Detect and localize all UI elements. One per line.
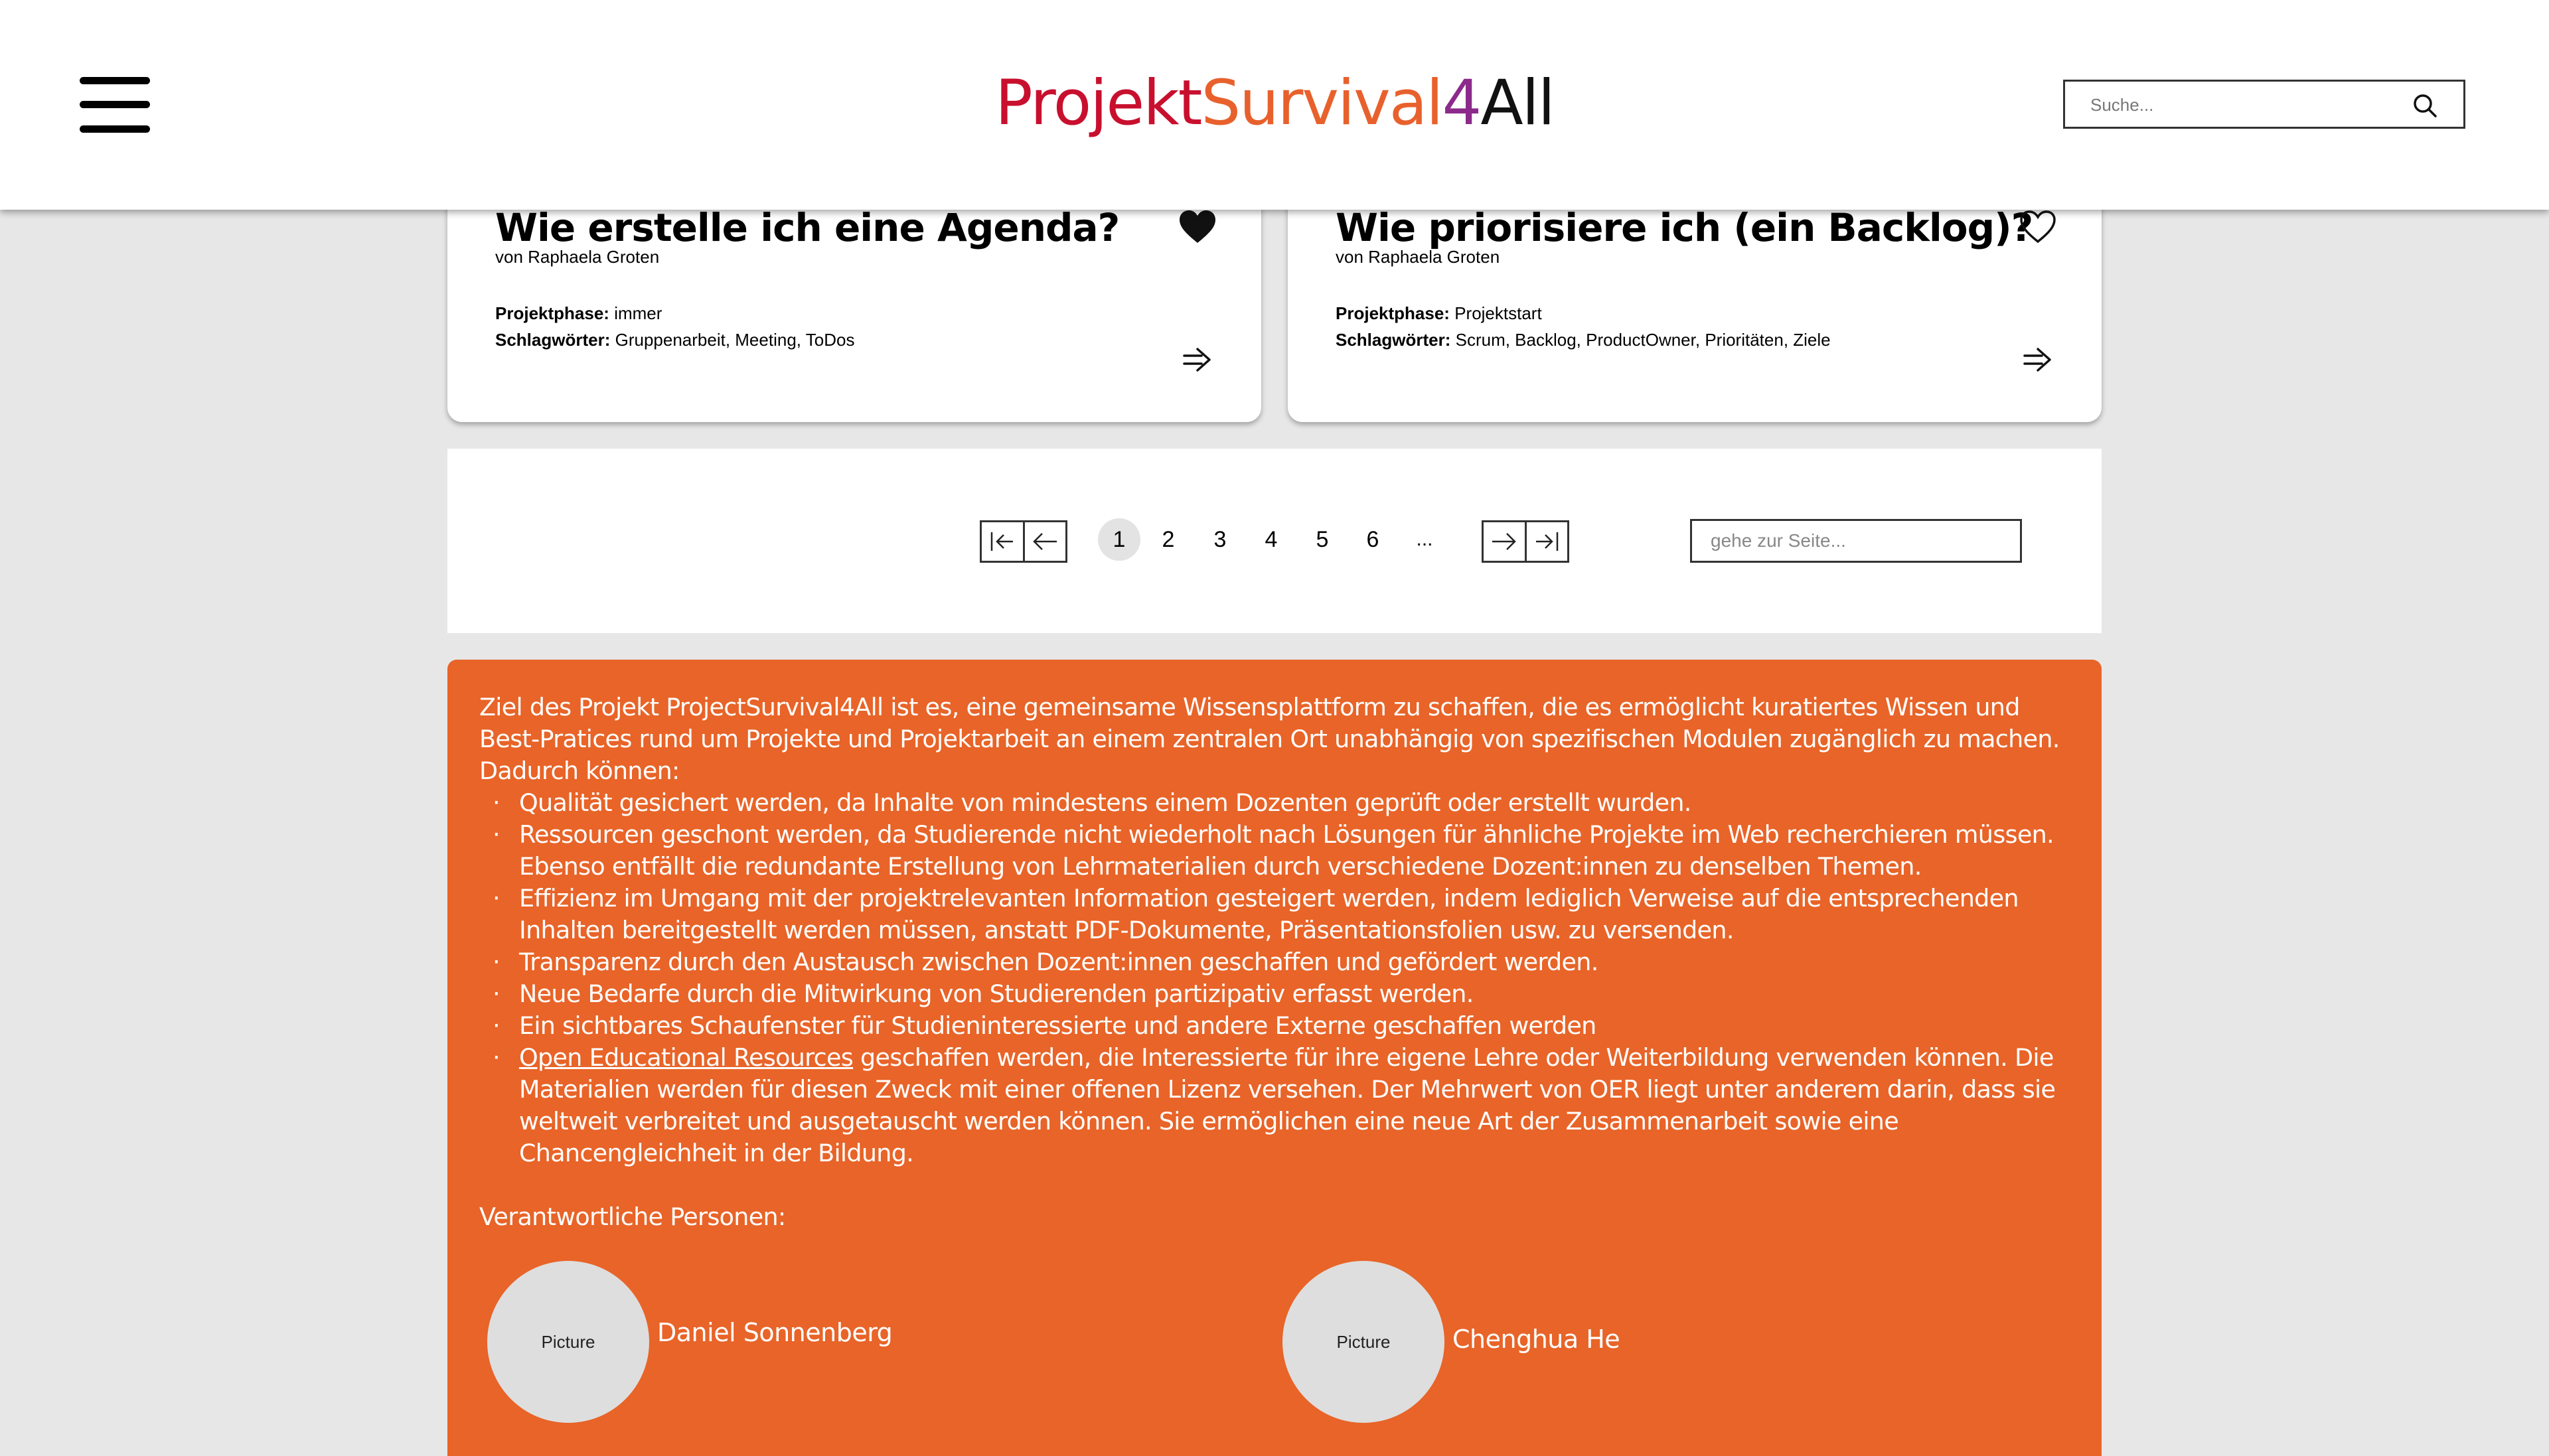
responsible-label: Verantwortliche Personen: [479,1202,786,1231]
pagination-forward-group [1482,520,1569,563]
list-item: Effizienz im Umgang mit der projektrelev… [479,883,2072,946]
card-author: von Raphaela Groten [495,247,660,267]
list-item: Open Educational Resources geschaffen we… [479,1042,2072,1169]
tags-label: Schlagwörter: [1336,330,1451,350]
heart-filled-icon[interactable] [1178,208,1217,246]
list-item: Neue Bedarfe durch die Mitwirkung von St… [479,978,2072,1010]
person-name: Chenghua He [1452,1325,1620,1354]
list-item: Transparenz durch den Austausch zwischen… [479,946,2072,978]
oer-link[interactable]: Open Educational Resources [519,1043,854,1072]
page-number[interactable]: 2 [1147,518,1190,561]
about-section: Ziel des Projekt ProjectSurvival4All ist… [447,660,2102,1456]
phase-label: Projektphase: [495,303,609,323]
page-number[interactable]: 3 [1199,518,1241,561]
page-number[interactable]: 6 [1352,518,1394,561]
phase-label: Projektphase: [1336,303,1450,323]
card-meta: Projektphase: immer Schlagwörter: Gruppe… [495,300,854,353]
next-page-icon[interactable] [1484,522,1525,561]
card-title[interactable]: Wie erstelle ich eine Agenda? [495,204,1120,251]
previous-page-icon[interactable] [1022,522,1066,561]
logo-part-survival: Survival [1201,67,1444,139]
card-title[interactable]: Wie priorisiere ich (ein Backlog)? [1336,204,2033,251]
tags-value: Gruppenarbeit, Meeting, ToDos [615,330,855,350]
about-intro: Ziel des Projekt ProjectSurvival4All ist… [479,693,2060,785]
avatar: Picture [1282,1261,1444,1423]
card-author: von Raphaela Groten [1336,247,1500,267]
phase-value: immer [614,303,662,323]
pagination-bar: 1 2 3 4 5 6 ... [447,449,2102,633]
about-text: Ziel des Projekt ProjectSurvival4All ist… [479,692,2072,1233]
page-number[interactable]: 1 [1098,518,1140,561]
logo-part-projekt: Projekt [995,67,1202,139]
pagination-back-group [980,520,1067,563]
page-number[interactable]: 4 [1250,518,1292,561]
tags-label: Schlagwörter: [495,330,611,350]
goto-page-input[interactable] [1690,519,2022,563]
search-icon[interactable] [2412,92,2438,119]
search-box [2063,80,2465,129]
tags-value: Scrum, Backlog, ProductOwner, Prioritäte… [1455,330,1831,350]
list-item: Ein sichtbares Schaufenster für Studieni… [479,1010,2072,1042]
card-meta: Projektphase: Projektstart Schlagwörter:… [1336,300,1831,353]
logo-part-four: 4 [1442,67,1482,139]
site-header: ProjektSurvival4All [0,0,2549,210]
logo-part-all: All [1480,67,1555,139]
heart-outline-icon[interactable] [2018,208,2058,246]
about-bullet-list: Qualität gesichert werden, da Inhalte vo… [479,787,2072,1169]
page-number[interactable]: 5 [1301,518,1344,561]
list-item: Ressourcen geschont werden, da Studieren… [479,819,2072,883]
first-page-icon[interactable] [982,522,1023,561]
search-input[interactable] [2065,82,2424,128]
list-item: Qualität gesichert werden, da Inhalte vo… [479,787,2072,819]
page-ellipsis: ... [1416,528,1433,550]
arrow-right-icon[interactable] [1182,345,1213,374]
avatar: Picture [487,1261,649,1423]
last-page-icon[interactable] [1524,522,1568,561]
arrow-right-icon[interactable] [2022,345,2054,374]
phase-value: Projektstart [1454,303,1542,323]
person-name: Daniel Sonnenberg [657,1318,893,1347]
